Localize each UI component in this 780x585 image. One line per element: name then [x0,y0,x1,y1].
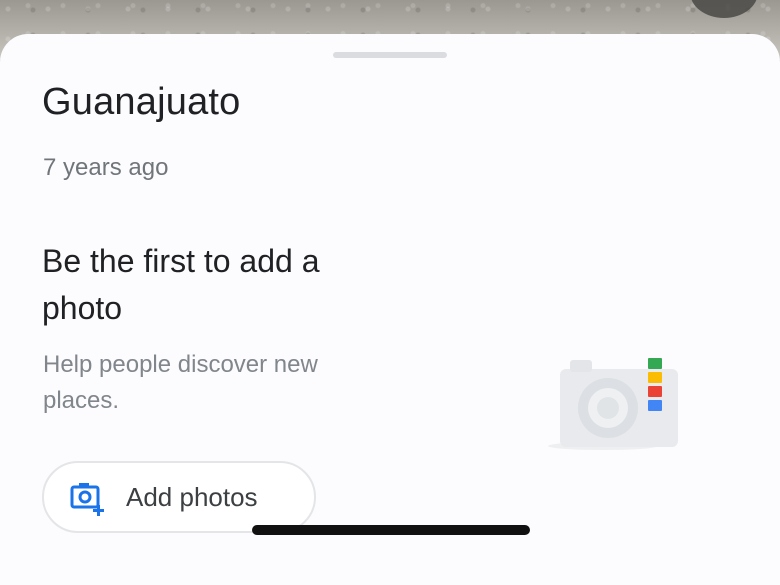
camera-icon [548,358,678,450]
color-strip-blue [648,400,662,411]
add-photos-button[interactable]: Add photos [42,461,316,533]
add-photos-label: Add photos [126,481,258,512]
color-strip-green [648,358,662,369]
color-strip-yellow [648,372,662,383]
empty-state-subtitle: Help people discover new places. [43,351,318,414]
empty-state-title: Be the first to add a photo [42,243,320,326]
place-name: Guanajuato [42,81,241,123]
add-photo-camera-icon [68,477,108,517]
home-indicator[interactable] [252,525,530,535]
camera-illustration [548,324,683,454]
color-strip-red [648,386,662,397]
sheet-drag-handle[interactable] [333,52,447,58]
place-bottom-sheet[interactable]: Guanajuato 7 years ago Be the first to a… [0,34,780,585]
place-timestamp: 7 years ago [43,154,169,181]
